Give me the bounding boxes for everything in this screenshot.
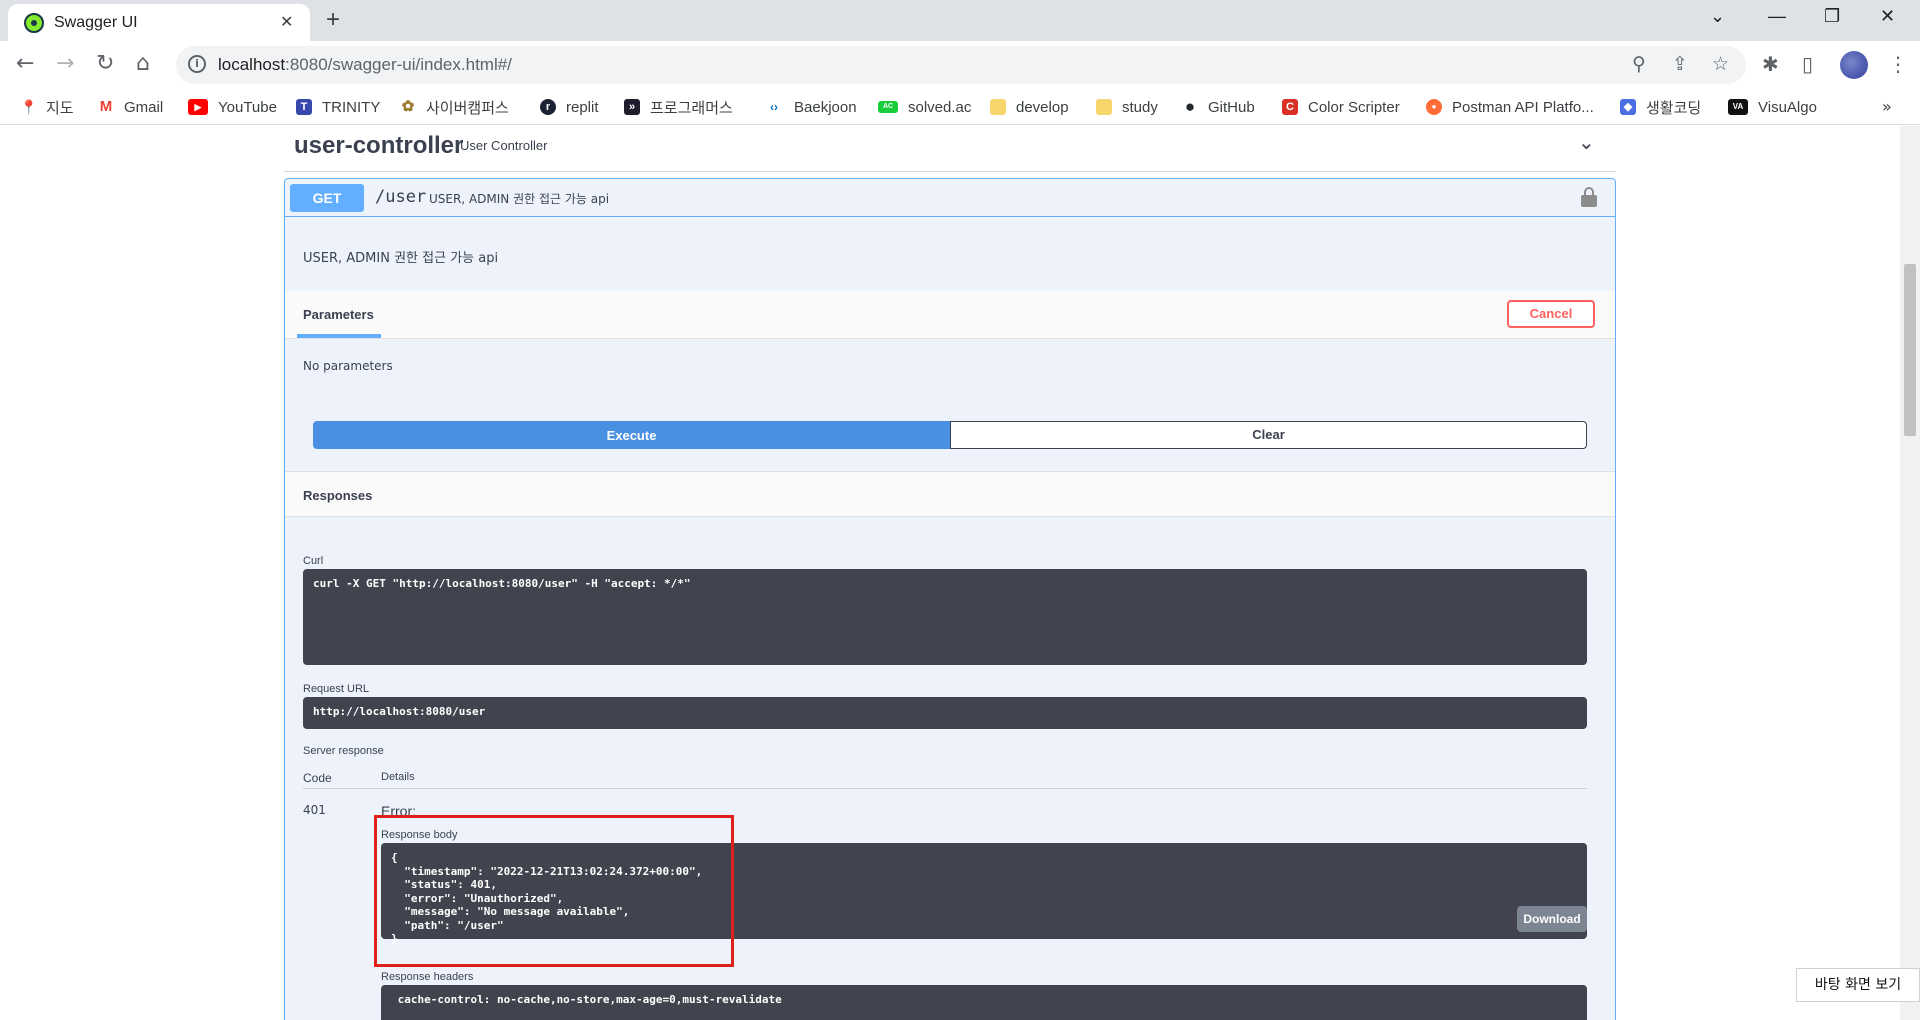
bookmark-item[interactable]: C Color Scripter <box>1282 96 1400 118</box>
tab-search-icon[interactable]: ⌄ <box>1710 6 1725 27</box>
browser-menu-icon[interactable]: ⋮ <box>1888 52 1908 76</box>
tag-description: User Controller <box>460 138 548 153</box>
active-tab-indicator <box>297 334 381 338</box>
bookmark-item[interactable]: M Gmail <box>98 96 163 118</box>
bookmark-item[interactable]: T TRINITY <box>296 96 380 118</box>
bookmark-folder[interactable]: develop <box>990 96 1069 118</box>
reload-icon[interactable]: ↻ <box>96 51 114 76</box>
no-parameters-text: No parameters <box>303 359 393 373</box>
bookmark-item[interactable]: r replit <box>540 96 599 118</box>
response-headers-label: Response headers <box>381 971 474 983</box>
visualgo-icon: VA <box>1728 99 1748 115</box>
bookmark-item[interactable]: AC solved.ac <box>878 96 971 118</box>
request-url-label: Request URL <box>303 683 370 695</box>
tab-parameters[interactable]: Parameters <box>303 307 374 322</box>
bookmark-item[interactable]: ● Postman API Platfo... <box>1426 96 1594 118</box>
status-code: 401 <box>303 803 326 817</box>
tab-title: Swagger UI <box>54 14 138 31</box>
profile-avatar[interactable] <box>1840 51 1868 79</box>
restore-button[interactable]: ❐ <box>1824 6 1840 27</box>
address-bar[interactable]: i localhost:8080/swagger-ui/index.html#/… <box>176 46 1746 84</box>
bookmark-item[interactable]: 📍 지도 <box>20 96 74 118</box>
tab-strip: Swagger UI ✕ + ⌄ — ❐ ✕ <box>0 0 1920 41</box>
tag-name: user-controller <box>294 132 464 159</box>
replit-icon: r <box>540 99 556 115</box>
bookmark-star-icon[interactable]: ☆ <box>1712 53 1729 75</box>
share-icon[interactable]: ⇪ <box>1672 53 1688 75</box>
clear-button[interactable]: Clear <box>950 421 1587 449</box>
highlight-box <box>374 815 734 967</box>
opentutorials-icon: ◆ <box>1620 99 1636 115</box>
site-info-icon[interactable]: i <box>188 55 206 73</box>
tag-section-header[interactable]: user-controller User Controller ⌄ <box>284 126 1616 172</box>
minimize-button[interactable]: — <box>1768 6 1786 27</box>
details-column-header: Details <box>381 771 415 783</box>
browser-toolbar: ← → ↻ ⌂ i localhost:8080/swagger-ui/inde… <box>0 41 1920 91</box>
server-response-label: Server response <box>303 745 384 757</box>
bookmarks-bar: 📍 지도 M Gmail ▶ YouTube T TRINITY ✿ 사이버캠퍼스 r re… <box>0 91 1920 125</box>
zoom-icon[interactable]: ⚲ <box>1632 53 1646 75</box>
extensions-icon[interactable]: ✱ <box>1762 52 1779 76</box>
url-text[interactable]: localhost:8080/swagger-ui/index.html#/ <box>218 55 512 75</box>
operation-summary-text: USER, ADMIN 권한 접근 가능 api <box>429 192 610 206</box>
operation-summary[interactable]: GET /user USER, ADMIN 권한 접근 가능 api <box>285 179 1615 217</box>
execute-button[interactable]: Execute <box>313 421 950 449</box>
responses-section-header: Responses <box>285 471 1615 517</box>
parameters-section-header: Parameters Cancel <box>285 291 1615 339</box>
execute-wrapper: Execute Clear <box>313 421 1587 449</box>
response-headers[interactable]: cache-control: no-cache,no-store,max-age… <box>381 985 1587 1020</box>
bookmark-item[interactable]: ✿ 사이버캠퍼스 <box>400 96 509 118</box>
swagger-favicon-icon <box>24 13 44 33</box>
color-scripter-icon: C <box>1282 99 1298 115</box>
side-panel-icon[interactable]: ▯ <box>1802 52 1813 76</box>
gmail-icon: M <box>99 98 113 115</box>
show-desktop-tooltip: 바탕 화면 보기 <box>1796 968 1920 1002</box>
code-column-header: Code <box>303 771 332 785</box>
map-pin-icon: 📍 <box>20 99 38 115</box>
responses-title: Responses <box>303 488 373 503</box>
trinity-icon: T <box>296 99 312 115</box>
http-method-badge: GET <box>290 184 364 212</box>
home-icon[interactable]: ⌂ <box>136 51 150 76</box>
github-icon: ● <box>1184 97 1196 116</box>
bookmark-folder[interactable]: study <box>1096 96 1158 118</box>
bookmarks-overflow-icon[interactable]: » <box>1882 97 1892 116</box>
bookmark-item[interactable]: VA VisuAlgo <box>1728 96 1817 118</box>
curl-command[interactable]: curl -X GET "http://localhost:8080/user"… <box>303 569 1587 665</box>
solved-ac-icon: AC <box>878 101 898 113</box>
close-window-button[interactable]: ✕ <box>1880 6 1895 27</box>
cyber-campus-icon: ✿ <box>401 98 415 115</box>
cancel-button[interactable]: Cancel <box>1507 300 1595 328</box>
folder-icon <box>1096 99 1112 115</box>
page-scrollbar[interactable] <box>1900 126 1920 1020</box>
new-tab-button[interactable]: + <box>326 6 340 34</box>
back-icon[interactable]: ← <box>16 51 34 76</box>
browser-tab[interactable]: Swagger UI ✕ <box>8 4 310 41</box>
baekjoon-icon: ‹› <box>770 100 778 114</box>
bookmark-item[interactable]: ‹› Baekjoon <box>764 96 857 118</box>
scrollbar-thumb[interactable] <box>1904 264 1916 436</box>
lock-icon[interactable] <box>1581 187 1597 207</box>
folder-icon <box>990 99 1006 115</box>
postman-icon: ● <box>1426 99 1442 115</box>
table-divider <box>303 788 1587 789</box>
operation-block: GET /user USER, ADMIN 권한 접근 가능 api USER,… <box>284 178 1616 1020</box>
tab-close-icon[interactable]: ✕ <box>280 12 293 31</box>
page-viewport: user-controller User Controller ⌄ GET /u… <box>0 126 1920 1020</box>
operation-description: USER, ADMIN 권한 접근 가능 api <box>303 251 499 266</box>
youtube-icon: ▶ <box>188 99 208 115</box>
chevron-down-icon[interactable]: ⌄ <box>1578 130 1595 154</box>
operation-path: /user <box>375 187 427 207</box>
programmers-icon: » <box>624 99 640 115</box>
bookmark-item[interactable]: ◆ 생활코딩 <box>1620 96 1701 118</box>
curl-label: Curl <box>303 555 324 567</box>
bookmark-item[interactable]: ▶ YouTube <box>188 96 277 118</box>
forward-icon[interactable]: → <box>56 51 74 76</box>
request-url[interactable]: http://localhost:8080/user <box>303 697 1587 729</box>
download-button[interactable]: Download <box>1517 906 1587 932</box>
bookmark-item[interactable]: ● GitHub <box>1182 96 1255 118</box>
bookmark-item[interactable]: » 프로그래머스 <box>624 96 733 118</box>
